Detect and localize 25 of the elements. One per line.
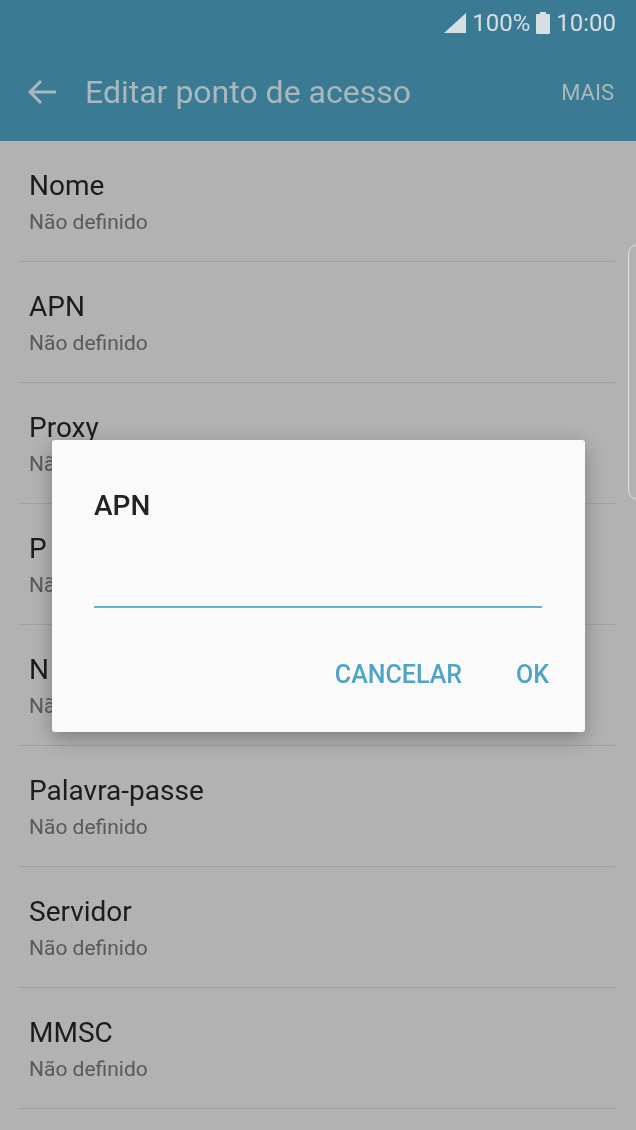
settings-row[interactable]: Palavra-passe Não definido	[18, 746, 615, 867]
row-value: Não definido	[29, 935, 148, 962]
row-title: Palavra-passe	[29, 773, 204, 809]
row-value: Não definido	[29, 814, 148, 841]
row-value: Não definido	[29, 1056, 148, 1083]
battery-percent: 100%	[472, 7, 531, 39]
settings-row[interactable]: Nome Não definido	[18, 141, 615, 262]
row-title: Servidor	[29, 894, 132, 930]
row-title: N	[29, 652, 49, 688]
settings-row[interactable]: APN Não definido	[18, 262, 615, 383]
back-icon[interactable]	[28, 79, 58, 105]
row-value: Não definido	[29, 330, 148, 357]
screen-title: Editar ponto de acesso	[85, 72, 412, 113]
row-title: Proxy	[29, 410, 99, 446]
row-title: APN	[29, 289, 85, 325]
dialog-title: APN	[94, 488, 152, 524]
row-value: Não definido	[29, 209, 148, 236]
row-title: MMSC	[29, 1015, 113, 1051]
row-title: Nome	[29, 168, 105, 204]
clock: 10:00	[556, 7, 616, 39]
signal-icon	[444, 12, 467, 33]
row-title: P	[29, 531, 47, 567]
battery-icon	[536, 11, 551, 34]
settings-row[interactable]: MMSC Não definido	[18, 988, 615, 1109]
settings-row[interactable]: Servidor Não definido	[18, 867, 615, 988]
